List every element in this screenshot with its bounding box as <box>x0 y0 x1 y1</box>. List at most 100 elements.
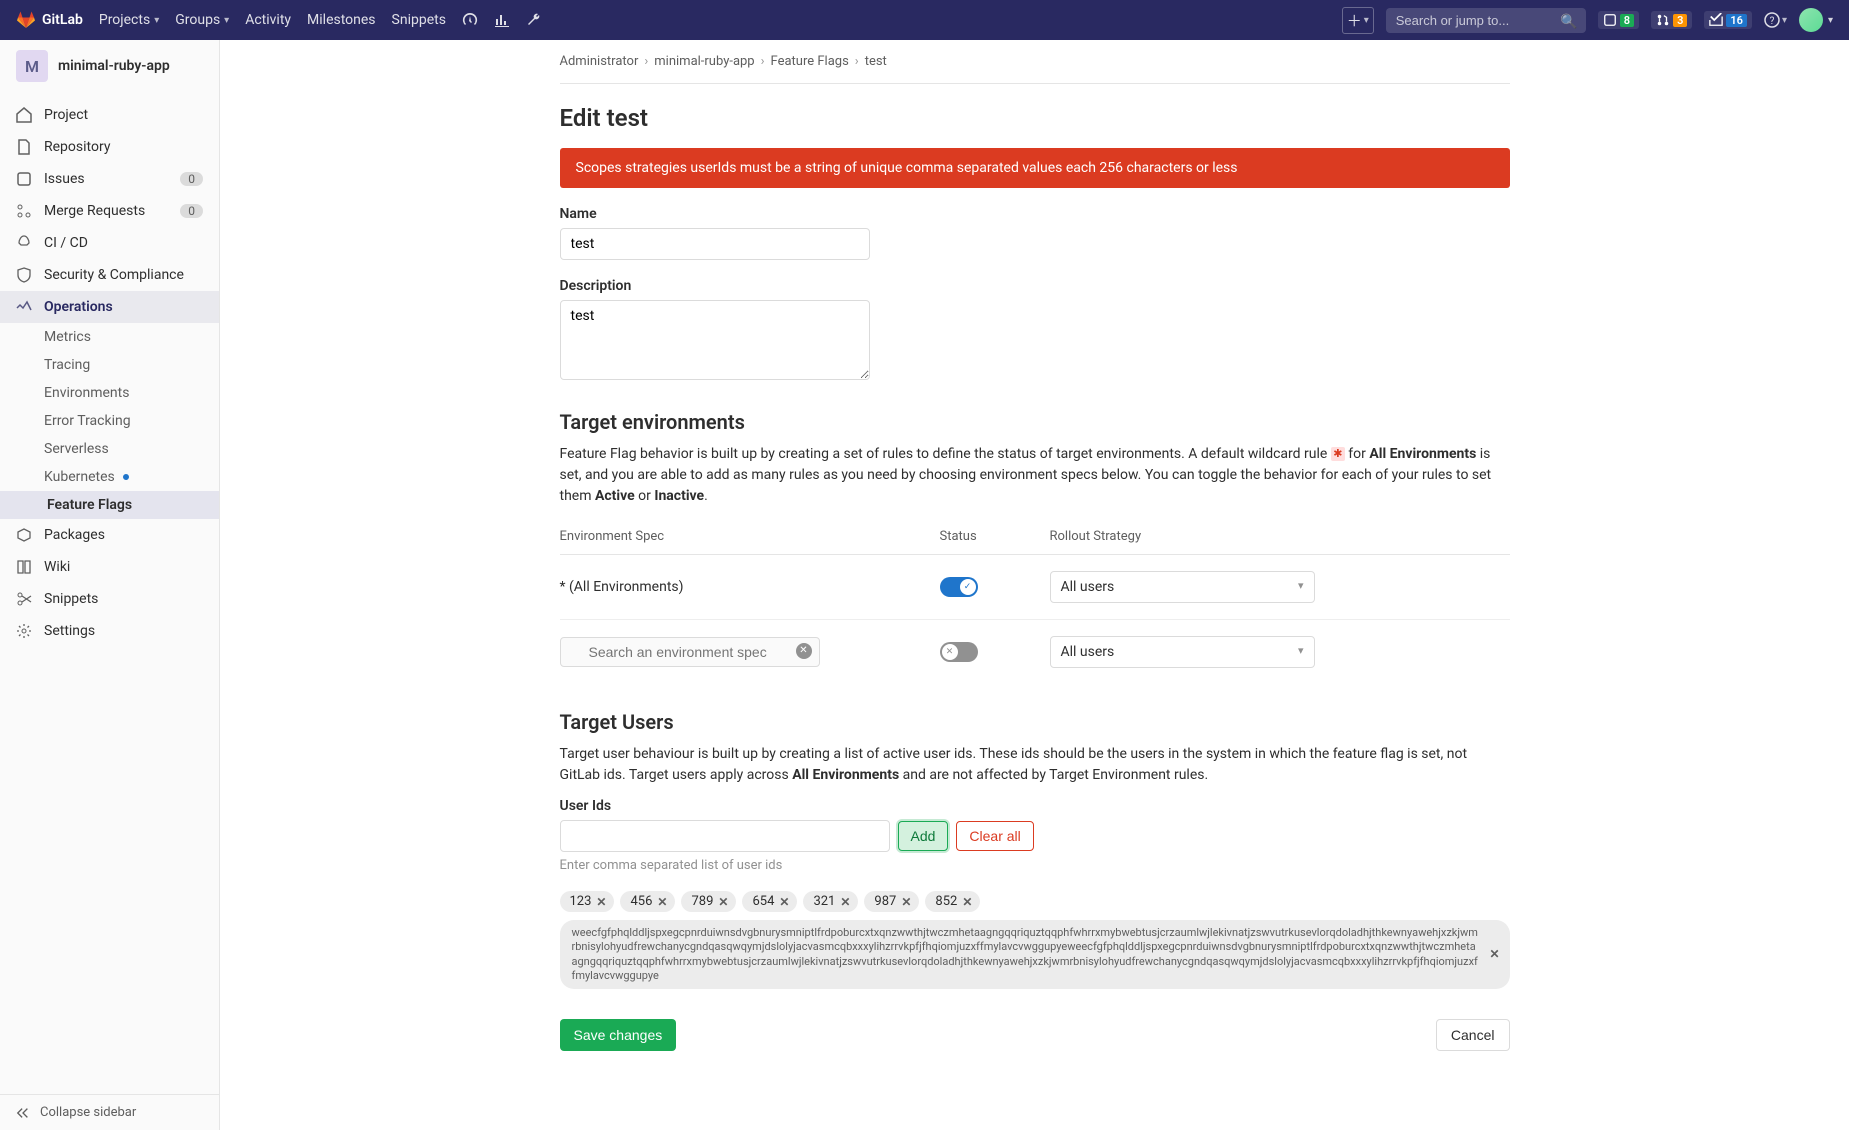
nav-milestones[interactable]: Milestones <box>307 12 376 28</box>
gitlab-logo[interactable]: GitLab <box>16 11 83 29</box>
brand-text: GitLab <box>42 12 83 28</box>
sidebar-item-operations[interactable]: Operations <box>0 291 219 323</box>
nav-activity[interactable]: Activity <box>245 12 291 28</box>
plus-icon[interactable]: ＋ <box>1342 7 1374 34</box>
chip-2: 789✕ <box>681 891 736 912</box>
sidebar-sub-metrics[interactable]: Metrics <box>0 323 219 351</box>
env-search-input[interactable] <box>560 637 820 667</box>
env-strategy-0[interactable]: All users <box>1050 571 1315 603</box>
help-icon[interactable]: ? <box>1764 12 1787 28</box>
wrench-icon[interactable] <box>526 12 542 28</box>
env-search-wrap: 🔍 ✕ <box>560 637 820 667</box>
sidebar-sub-tracing[interactable]: Tracing <box>0 351 219 379</box>
search-input[interactable] <box>1386 8 1586 33</box>
chip-remove-icon[interactable]: ✕ <box>718 895 728 909</box>
chip-0: 123✕ <box>560 891 615 912</box>
sidebar-sub-error-tracking[interactable]: Error Tracking <box>0 407 219 435</box>
doc-icon <box>16 139 32 155</box>
merge-icon <box>16 203 32 219</box>
name-label: Name <box>560 206 1510 222</box>
breadcrumb-2[interactable]: Feature Flags <box>771 54 849 69</box>
sidebar-item-snippets[interactable]: Snippets <box>0 583 219 615</box>
user-menu[interactable] <box>1799 8 1833 32</box>
sidebar-item-project[interactable]: Project <box>0 99 219 131</box>
users-section-desc: Target user behaviour is built up by cre… <box>560 744 1510 786</box>
sidebar-project-header[interactable]: M minimal-ruby-app <box>0 40 219 93</box>
desc-input[interactable]: test <box>560 300 870 380</box>
scissors-icon <box>16 591 32 607</box>
svg-text:?: ? <box>1770 16 1775 27</box>
cancel-button[interactable]: Cancel <box>1436 1019 1510 1051</box>
chip-5: 987✕ <box>864 891 919 912</box>
header-todo-badge[interactable]: 16 <box>1704 11 1752 29</box>
breadcrumb-0[interactable]: Administrator <box>560 54 639 69</box>
breadcrumb: Administrator› minimal-ruby-app› Feature… <box>560 40 1510 84</box>
env-header-spec: Environment Spec <box>560 529 940 544</box>
sidebar-sub-serverless[interactable]: Serverless <box>0 435 219 463</box>
chip-remove-icon[interactable]: ✕ <box>1489 947 1499 963</box>
breadcrumb-1[interactable]: minimal-ruby-app <box>654 54 754 69</box>
env-toggle-new[interactable]: ✕ <box>940 642 978 662</box>
user-avatar <box>1799 8 1823 32</box>
check-icon: ✓ <box>960 579 976 595</box>
env-strategy-new[interactable]: All users <box>1050 636 1315 668</box>
name-input[interactable] <box>560 228 870 260</box>
sidebar: M minimal-ruby-app Project Repository Is… <box>0 40 220 1130</box>
error-alert: Scopes strategies userIds must be a stri… <box>560 148 1510 188</box>
userids-label: User Ids <box>560 798 1510 814</box>
chip-remove-icon[interactable]: ✕ <box>840 895 850 909</box>
env-section-desc: Feature Flag behavior is built up by cre… <box>560 444 1510 507</box>
sidebar-sub-kubernetes[interactable]: Kubernetes <box>0 463 219 491</box>
clear-all-button[interactable]: Clear all <box>956 821 1033 851</box>
sidebar-item-packages[interactable]: Packages <box>0 519 219 551</box>
gear-icon <box>16 623 32 639</box>
env-header-strategy: Rollout Strategy <box>1050 529 1510 544</box>
operations-icon <box>16 299 32 315</box>
nav-groups[interactable]: Groups <box>175 12 229 28</box>
chip-remove-icon[interactable]: ✕ <box>596 895 606 909</box>
sidebar-item-security[interactable]: Security & Compliance <box>0 259 219 291</box>
page-title: Edit test <box>560 104 1510 132</box>
rocket-icon <box>16 235 32 251</box>
project-avatar: M <box>16 50 48 82</box>
sidebar-sub-feature-flags[interactable]: Feature Flags <box>0 491 219 519</box>
chip-1: 456✕ <box>620 891 675 912</box>
tanuki-icon <box>16 11 36 29</box>
chip-3: 654✕ <box>742 891 797 912</box>
sidebar-item-cicd[interactable]: CI / CD <box>0 227 219 259</box>
sidebar-item-wiki[interactable]: Wiki <box>0 551 219 583</box>
sidebar-item-repository[interactable]: Repository <box>0 131 219 163</box>
env-toggle-0[interactable]: ✓ <box>940 577 978 597</box>
nav-projects[interactable]: Projects <box>99 12 159 28</box>
collapse-sidebar[interactable]: Collapse sidebar <box>0 1094 219 1130</box>
header-issues-badge[interactable]: 8 <box>1598 11 1639 29</box>
nav-snippets[interactable]: Snippets <box>392 12 446 28</box>
performance-icon[interactable] <box>462 12 478 28</box>
userids-input[interactable] <box>560 820 890 852</box>
chip-remove-icon[interactable]: ✕ <box>657 895 667 909</box>
home-icon <box>16 107 32 123</box>
x-icon: ✕ <box>942 644 958 660</box>
sidebar-item-settings[interactable]: Settings <box>0 615 219 647</box>
chart-icon[interactable] <box>494 12 510 28</box>
env-spec-0: * (All Environments) <box>560 579 940 595</box>
sidebar-item-merge-requests[interactable]: Merge Requests0 <box>0 195 219 227</box>
sidebar-sub-environments[interactable]: Environments <box>0 379 219 407</box>
chip-4: 321✕ <box>803 891 858 912</box>
save-button[interactable]: Save changes <box>560 1019 677 1051</box>
header-mr-badge[interactable]: 3 <box>1651 11 1692 29</box>
search-icon: 🔍 <box>1560 14 1577 30</box>
chip-long: weecfgfphqlddljspxegcpnrduiwnsdvgbnurysm… <box>560 920 1510 989</box>
project-name: minimal-ruby-app <box>58 58 170 74</box>
users-section-title: Target Users <box>560 710 1510 734</box>
breadcrumb-3: test <box>865 54 887 69</box>
chip-remove-icon[interactable]: ✕ <box>901 895 911 909</box>
sidebar-item-issues[interactable]: Issues0 <box>0 163 219 195</box>
chip-6: 852✕ <box>925 891 980 912</box>
add-button[interactable]: Add <box>898 821 949 851</box>
chips-container: 123✕ 456✕ 789✕ 654✕ 321✕ 987✕ 852✕ <box>560 891 1510 912</box>
chip-remove-icon[interactable]: ✕ <box>962 895 972 909</box>
chip-remove-icon[interactable]: ✕ <box>779 895 789 909</box>
clear-search-icon[interactable]: ✕ <box>796 643 812 659</box>
book-icon <box>16 559 32 575</box>
